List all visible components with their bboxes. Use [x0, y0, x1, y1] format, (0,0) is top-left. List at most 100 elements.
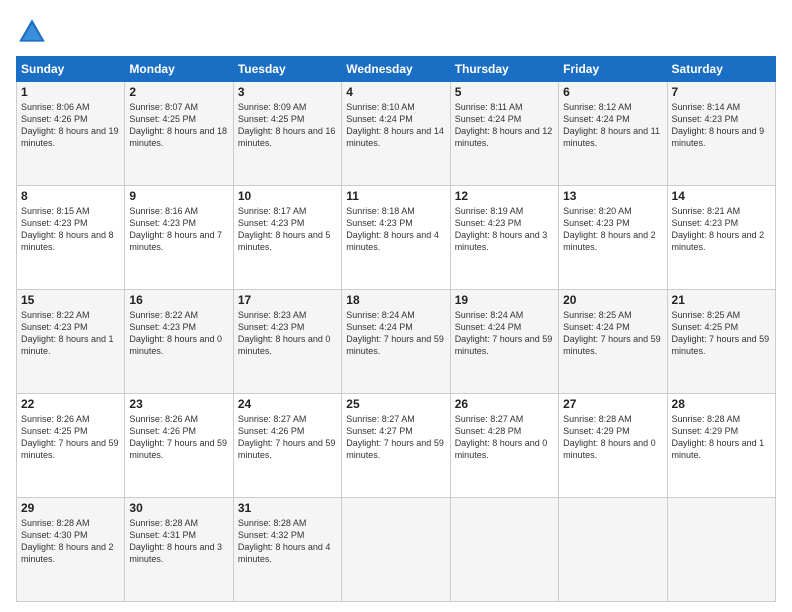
table-row: 18Sunrise: 8:24 AM Sunset: 4:24 PM Dayli… [342, 290, 450, 394]
day-details: Sunrise: 8:28 AM Sunset: 4:30 PM Dayligh… [21, 517, 120, 566]
day-details: Sunrise: 8:28 AM Sunset: 4:29 PM Dayligh… [672, 413, 771, 462]
day-details: Sunrise: 8:11 AM Sunset: 4:24 PM Dayligh… [455, 101, 554, 150]
calendar-week-row: 15 Sunrise: 8:22 AM Sunset: 4:23 PM Dayli… [17, 290, 776, 394]
day-number: 11 [346, 189, 445, 203]
table-row: 20 Sunrise: 8:25 AM Sunset: 4:24 PM Dayli… [559, 290, 667, 394]
day-number: 3 [238, 85, 337, 99]
day-details: Sunrise: 8:25 AM Sunset: 4:24 PM Dayligh… [563, 309, 662, 358]
day-number: 8 [21, 189, 120, 203]
table-row: 30 Sunrise: 8:28 AM Sunset: 4:31 PM Dayli… [125, 498, 233, 602]
table-row: 26 Sunrise: 8:27 AM Sunset: 4:28 PM Dayli… [450, 394, 558, 498]
table-row: 31 Sunrise: 8:28 AM Sunset: 4:32 PM Dayli… [233, 498, 341, 602]
col-monday: Monday [125, 57, 233, 82]
table-row: 2Sunrise: 8:07 AM Sunset: 4:25 PM Daylig… [125, 82, 233, 186]
table-row: 23 Sunrise: 8:26 AM Sunset: 4:26 PM Dayli… [125, 394, 233, 498]
table-row: 7Sunrise: 8:14 AM Sunset: 4:23 PM Daylig… [667, 82, 775, 186]
table-row: 19 Sunrise: 8:24 AM Sunset: 4:24 PM Dayli… [450, 290, 558, 394]
col-friday: Friday [559, 57, 667, 82]
table-row: 14 Sunrise: 8:21 AM Sunset: 4:23 PM Dayli… [667, 186, 775, 290]
day-details: Sunrise: 8:24 AM Sunset: 4:24 PM Dayligh… [455, 309, 554, 358]
day-details: Sunrise: 8:12 AM Sunset: 4:24 PM Dayligh… [563, 101, 662, 150]
day-details: Sunrise: 8:09 AM Sunset: 4:25 PM Dayligh… [238, 101, 337, 150]
day-number: 28 [672, 397, 771, 411]
col-sunday: Sunday [17, 57, 125, 82]
table-row [342, 498, 450, 602]
day-number: 21 [672, 293, 771, 307]
day-details: Sunrise: 8:28 AM Sunset: 4:32 PM Dayligh… [238, 517, 337, 566]
col-tuesday: Tuesday [233, 57, 341, 82]
day-number: 17 [238, 293, 337, 307]
day-details: Sunrise: 8:10 AM Sunset: 4:24 PM Dayligh… [346, 101, 445, 150]
day-details: Sunrise: 8:22 AM Sunset: 4:23 PM Dayligh… [129, 309, 228, 358]
table-row: 4Sunrise: 8:10 AM Sunset: 4:24 PM Daylig… [342, 82, 450, 186]
day-number: 14 [672, 189, 771, 203]
day-details: Sunrise: 8:27 AM Sunset: 4:27 PM Dayligh… [346, 413, 445, 462]
day-number: 15 [21, 293, 120, 307]
day-details: Sunrise: 8:23 AM Sunset: 4:23 PM Dayligh… [238, 309, 337, 358]
day-details: Sunrise: 8:17 AM Sunset: 4:23 PM Dayligh… [238, 205, 337, 254]
table-row: 21 Sunrise: 8:25 AM Sunset: 4:25 PM Dayli… [667, 290, 775, 394]
table-row: 9 Sunrise: 8:16 AM Sunset: 4:23 PM Daylig… [125, 186, 233, 290]
table-row: 15 Sunrise: 8:22 AM Sunset: 4:23 PM Dayli… [17, 290, 125, 394]
table-row: 24Sunrise: 8:27 AM Sunset: 4:26 PM Dayli… [233, 394, 341, 498]
table-row: 3 Sunrise: 8:09 AM Sunset: 4:25 PM Daylig… [233, 82, 341, 186]
table-row: 11 Sunrise: 8:18 AM Sunset: 4:23 PM Dayli… [342, 186, 450, 290]
day-number: 26 [455, 397, 554, 411]
table-row: 6 Sunrise: 8:12 AM Sunset: 4:24 PM Daylig… [559, 82, 667, 186]
day-details: Sunrise: 8:28 AM Sunset: 4:31 PM Dayligh… [129, 517, 228, 566]
day-number: 20 [563, 293, 662, 307]
day-number: 13 [563, 189, 662, 203]
calendar-week-row: 22Sunrise: 8:26 AM Sunset: 4:25 PM Dayli… [17, 394, 776, 498]
table-row [559, 498, 667, 602]
col-wednesday: Wednesday [342, 57, 450, 82]
table-row: 8 Sunrise: 8:15 AM Sunset: 4:23 PM Daylig… [17, 186, 125, 290]
table-row: 5 Sunrise: 8:11 AM Sunset: 4:24 PM Daylig… [450, 82, 558, 186]
table-row [667, 498, 775, 602]
day-number: 7 [672, 85, 771, 99]
day-number: 16 [129, 293, 228, 307]
day-number: 22 [21, 397, 120, 411]
table-row: 13 Sunrise: 8:20 AM Sunset: 4:23 PM Dayli… [559, 186, 667, 290]
col-saturday: Saturday [667, 57, 775, 82]
day-number: 12 [455, 189, 554, 203]
header [16, 16, 776, 48]
day-details: Sunrise: 8:06 AM Sunset: 4:26 PM Dayligh… [21, 101, 120, 150]
day-details: Sunrise: 8:18 AM Sunset: 4:23 PM Dayligh… [346, 205, 445, 254]
col-thursday: Thursday [450, 57, 558, 82]
day-details: Sunrise: 8:27 AM Sunset: 4:28 PM Dayligh… [455, 413, 554, 462]
day-details: Sunrise: 8:21 AM Sunset: 4:23 PM Dayligh… [672, 205, 771, 254]
day-details: Sunrise: 8:28 AM Sunset: 4:29 PM Dayligh… [563, 413, 662, 462]
table-row: 17 Sunrise: 8:23 AM Sunset: 4:23 PM Dayli… [233, 290, 341, 394]
day-number: 1 [21, 85, 120, 99]
table-row: 25 Sunrise: 8:27 AM Sunset: 4:27 PM Dayli… [342, 394, 450, 498]
day-details: Sunrise: 8:19 AM Sunset: 4:23 PM Dayligh… [455, 205, 554, 254]
day-number: 18 [346, 293, 445, 307]
page: Sunday Monday Tuesday Wednesday Thursday… [0, 0, 792, 612]
day-details: Sunrise: 8:25 AM Sunset: 4:25 PM Dayligh… [672, 309, 771, 358]
day-number: 5 [455, 85, 554, 99]
day-details: Sunrise: 8:07 AM Sunset: 4:25 PM Dayligh… [129, 101, 228, 150]
day-details: Sunrise: 8:26 AM Sunset: 4:26 PM Dayligh… [129, 413, 228, 462]
day-number: 24 [238, 397, 337, 411]
day-number: 19 [455, 293, 554, 307]
day-number: 25 [346, 397, 445, 411]
day-details: Sunrise: 8:20 AM Sunset: 4:23 PM Dayligh… [563, 205, 662, 254]
table-row: 10Sunrise: 8:17 AM Sunset: 4:23 PM Dayli… [233, 186, 341, 290]
day-number: 23 [129, 397, 228, 411]
logo [16, 16, 52, 48]
day-details: Sunrise: 8:22 AM Sunset: 4:23 PM Dayligh… [21, 309, 120, 358]
table-row: 22Sunrise: 8:26 AM Sunset: 4:25 PM Dayli… [17, 394, 125, 498]
day-details: Sunrise: 8:16 AM Sunset: 4:23 PM Dayligh… [129, 205, 228, 254]
day-number: 31 [238, 501, 337, 515]
calendar-header-row: Sunday Monday Tuesday Wednesday Thursday… [17, 57, 776, 82]
table-row: 1 Sunrise: 8:06 AM Sunset: 4:26 PM Daylig… [17, 82, 125, 186]
day-details: Sunrise: 8:15 AM Sunset: 4:23 PM Dayligh… [21, 205, 120, 254]
day-number: 29 [21, 501, 120, 515]
table-row: 16 Sunrise: 8:22 AM Sunset: 4:23 PM Dayli… [125, 290, 233, 394]
calendar-week-row: 1 Sunrise: 8:06 AM Sunset: 4:26 PM Daylig… [17, 82, 776, 186]
day-number: 9 [129, 189, 228, 203]
day-number: 6 [563, 85, 662, 99]
table-row [450, 498, 558, 602]
table-row: 27Sunrise: 8:28 AM Sunset: 4:29 PM Dayli… [559, 394, 667, 498]
day-number: 30 [129, 501, 228, 515]
